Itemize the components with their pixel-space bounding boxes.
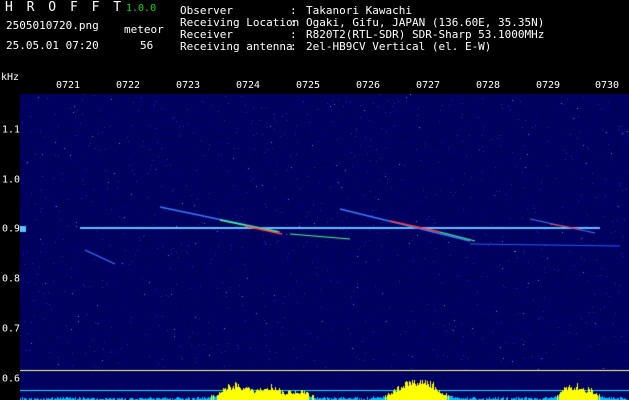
app-title: H R O F F T xyxy=(5,0,125,15)
time-tick-label: 0729 xyxy=(535,80,561,91)
frequency-tick-label: 0.8 xyxy=(2,273,21,285)
meteor-count-value: 56 xyxy=(140,39,154,52)
frequency-tick-label: 0.6 xyxy=(2,373,21,385)
time-tick-label: 0726 xyxy=(355,80,381,91)
frequency-unit-label: kHz xyxy=(1,72,20,83)
time-tick-label: 0730 xyxy=(594,80,620,91)
spectrogram-plot xyxy=(20,94,629,400)
info-value-antenna: 2el-HB9CV Vertical (el. E-W) xyxy=(306,40,492,53)
info-key-antenna: Receiving antenna xyxy=(180,40,293,53)
meteor-count-label: meteor xyxy=(124,23,164,36)
time-tick-label: 0723 xyxy=(175,80,201,91)
frequency-tick-label: 0.7 xyxy=(2,323,21,335)
time-tick-label: 0722 xyxy=(115,80,141,91)
info-separator: : xyxy=(290,40,297,53)
frequency-tick-label: 0.9 xyxy=(2,223,21,235)
time-tick-label: 0724 xyxy=(235,80,261,91)
time-tick-label: 0727 xyxy=(415,80,441,91)
hrofft-window: H R O F F T 1.0.0 2505010720.png 25.05.0… xyxy=(0,0,629,400)
observation-datetime: 25.05.01 07:20 xyxy=(6,39,99,52)
frequency-tick-label: 1.0 xyxy=(2,174,21,186)
time-tick-label: 0728 xyxy=(475,80,501,91)
time-tick-label: 0721 xyxy=(55,80,81,91)
frequency-tick-label: 1.1 xyxy=(2,124,21,136)
time-tick-label: 0725 xyxy=(295,80,321,91)
file-name: 2505010720.png xyxy=(6,19,99,32)
app-version: 1.0.0 xyxy=(126,3,157,14)
